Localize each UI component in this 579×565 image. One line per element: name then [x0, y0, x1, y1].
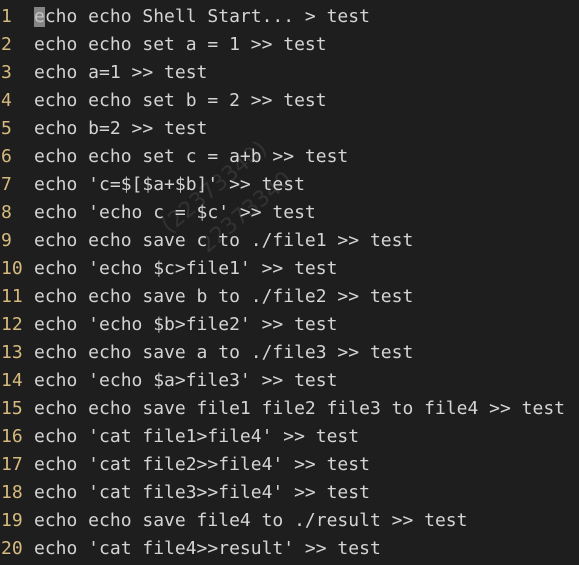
line-number: 9 — [1, 230, 12, 251]
line-text[interactable]: echo 'cat file2>>file4' >> test — [34, 451, 370, 479]
code-line[interactable]: 20 echo 'cat file4>>result' >> test — [0, 535, 579, 563]
line-text[interactable]: echo 'echo c = $c' >> test — [34, 199, 316, 227]
line-number: 4 — [1, 90, 12, 111]
line-number: 17 — [1, 454, 23, 475]
line-number: 1 — [1, 6, 12, 27]
line-number: 14 — [1, 370, 23, 391]
line-text[interactable]: echo 'cat file4>>result' >> test — [34, 535, 381, 563]
code-line[interactable]: 16 echo 'cat file1>file4' >> test — [0, 423, 579, 451]
code-line[interactable]: 6 echo echo set c = a+b >> test — [0, 143, 579, 171]
code-line[interactable]: 18 echo 'cat file3>>file4' >> test — [0, 479, 579, 507]
line-number: 7 — [1, 174, 12, 195]
line-text[interactable]: echo echo save c to ./file1 >> test — [34, 227, 413, 255]
line-number: 12 — [1, 314, 23, 335]
code-line[interactable]: 1 echo echo Shell Start... > test — [0, 3, 579, 31]
line-text[interactable]: echo 'echo $c>file1' >> test — [34, 255, 337, 283]
code-line[interactable]: 3 echo a=1 >> test — [0, 59, 579, 87]
line-text[interactable]: echo a=1 >> test — [34, 59, 207, 87]
line-number: 13 — [1, 342, 23, 363]
code-line[interactable]: 14 echo 'echo $a>file3' >> test — [0, 367, 579, 395]
code-editor[interactable]: 1 echo echo Shell Start... > test 2 echo… — [0, 0, 579, 565]
code-line[interactable]: 8 echo 'echo c = $c' >> test — [0, 199, 579, 227]
line-text[interactable]: echo 'echo $a>file3' >> test — [34, 367, 337, 395]
line-text[interactable]: echo echo save b to ./file2 >> test — [34, 283, 413, 311]
code-line[interactable]: 2 echo echo set a = 1 >> test — [0, 31, 579, 59]
line-text[interactable]: echo 'echo $b>file2' >> test — [34, 311, 337, 339]
line-number: 19 — [1, 510, 23, 531]
line-text[interactable]: echo echo set b = 2 >> test — [34, 87, 327, 115]
code-line[interactable]: 7 echo 'c=$[$a+$b]' >> test — [0, 171, 579, 199]
code-line[interactable]: 19 echo echo save file4 to ./result >> t… — [0, 507, 579, 535]
code-line[interactable]: 9 echo echo save c to ./file1 >> test — [0, 227, 579, 255]
line-number: 5 — [1, 118, 12, 139]
line-number: 6 — [1, 146, 12, 167]
line-text[interactable]: echo 'cat file1>file4' >> test — [34, 423, 359, 451]
line-text[interactable]: echo echo Shell Start... > test — [34, 3, 370, 31]
line-number: 16 — [1, 426, 23, 447]
line-text[interactable]: echo echo save file4 to ./result >> test — [34, 507, 467, 535]
code-lines: 1 echo echo Shell Start... > test 2 echo… — [0, 3, 579, 563]
line-number: 2 — [1, 34, 12, 55]
code-line[interactable]: 12 echo 'echo $b>file2' >> test — [0, 311, 579, 339]
code-line[interactable]: 4 echo echo set b = 2 >> test — [0, 87, 579, 115]
code-line[interactable]: 5 echo b=2 >> test — [0, 115, 579, 143]
line-number: 11 — [1, 286, 23, 307]
line-text[interactable]: echo echo save a to ./file3 >> test — [34, 339, 413, 367]
line-text[interactable]: echo 'cat file3>>file4' >> test — [34, 479, 370, 507]
line-number: 3 — [1, 62, 12, 83]
line-number: 20 — [1, 538, 23, 559]
line-text[interactable]: echo 'c=$[$a+$b]' >> test — [34, 171, 305, 199]
line-text[interactable]: echo echo save file1 file2 file3 to file… — [34, 395, 565, 423]
line-number: 15 — [1, 398, 23, 419]
line-text[interactable]: echo echo set a = 1 >> test — [34, 31, 327, 59]
code-line[interactable]: 13 echo echo save a to ./file3 >> test — [0, 339, 579, 367]
line-text[interactable]: echo echo set c = a+b >> test — [34, 143, 348, 171]
line-number: 8 — [1, 202, 12, 223]
line-number: 18 — [1, 482, 23, 503]
code-line[interactable]: 15 echo echo save file1 file2 file3 to f… — [0, 395, 579, 423]
text-cursor — [34, 7, 45, 27]
code-line[interactable]: 17 echo 'cat file2>>file4' >> test — [0, 451, 579, 479]
code-line[interactable]: 10 echo 'echo $c>file1' >> test — [0, 255, 579, 283]
line-text[interactable]: echo b=2 >> test — [34, 115, 207, 143]
line-text-content: echo echo Shell Start... > test — [34, 6, 370, 27]
line-number: 10 — [1, 258, 23, 279]
code-line[interactable]: 11 echo echo save b to ./file2 >> test — [0, 283, 579, 311]
